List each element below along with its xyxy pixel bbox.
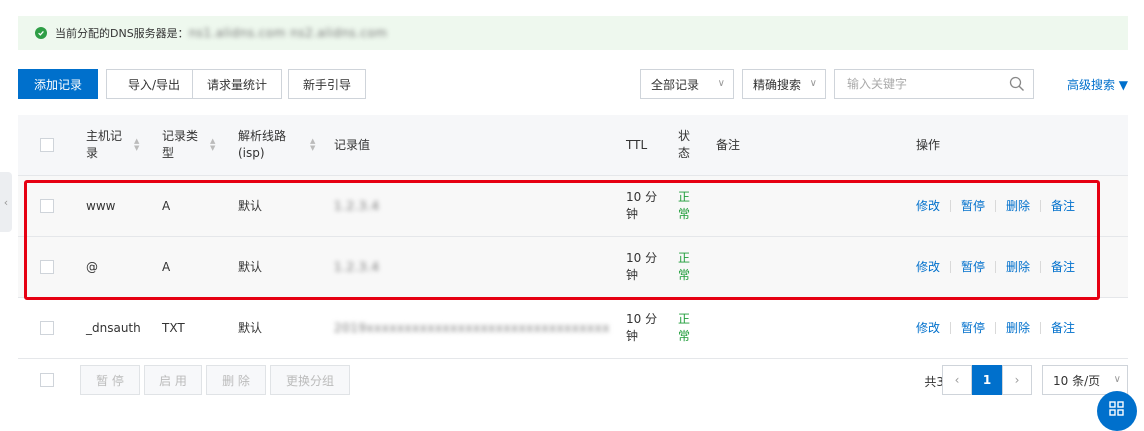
chevron-down-icon: ∨ (717, 78, 725, 89)
pause-link[interactable]: 暂停 (961, 259, 985, 276)
check-circle-icon (35, 27, 47, 39)
change-group-button[interactable]: 更换分组 (270, 365, 350, 395)
chevron-down-icon: ∨ (809, 78, 817, 89)
header-remark: 备注 (716, 137, 741, 152)
table-row: @ A 默认 1.2.3.4 10 分钟 正常 修改 暂停 删除 备注 (18, 237, 1128, 298)
pause-link[interactable]: 暂停 (961, 198, 985, 215)
table-footer: 暂 停 启 用 删 除 更换分组 共3条 ‹ 1 › 10 条/页 ∨ (18, 365, 1128, 397)
search-mode-select[interactable]: 精确搜索 ∨ (742, 69, 826, 99)
page-size-value: 10 条/页 (1053, 373, 1101, 388)
sort-icon[interactable]: ▲ ▼ (134, 138, 139, 152)
chevron-left-icon: ‹ (954, 373, 960, 387)
header-ttl: TTL (626, 137, 648, 152)
keyword-search-box[interactable] (834, 69, 1034, 99)
request-stats-button[interactable]: 请求量统计 (192, 69, 282, 99)
host-cell: _dnsauth (86, 320, 141, 335)
floating-apps-button[interactable] (1097, 391, 1137, 431)
page-button-current[interactable]: 1 (972, 365, 1002, 395)
status-badge: 正常 (678, 190, 691, 221)
batch-delete-button[interactable]: 删 除 (206, 365, 266, 395)
line-cell: 默认 (238, 259, 263, 274)
select-all-checkbox[interactable] (40, 138, 54, 152)
batch-pause-button[interactable]: 暂 停 (80, 365, 140, 395)
header-value: 记录值 (334, 137, 371, 152)
remark-link[interactable]: 备注 (1051, 259, 1075, 276)
grid-icon (1109, 401, 1124, 416)
modify-link[interactable]: 修改 (916, 198, 940, 215)
table-row: www A 默认 1.2.3.4 10 分钟 正常 修改 暂停 删除 备注 (18, 176, 1128, 237)
header-host-label: 主机记录 (86, 129, 123, 160)
sort-icon[interactable]: ▲ ▼ (210, 138, 215, 152)
status-badge: 正常 (678, 312, 691, 343)
status-badge: 正常 (678, 251, 691, 282)
delete-link[interactable]: 删除 (1006, 259, 1030, 276)
record-filter-value: 全部记录 (651, 77, 700, 92)
dns-notice-label: 当前分配的DNS服务器是： (55, 27, 189, 40)
sidebar-collapse-tab[interactable]: ‹ (0, 172, 12, 232)
footer-select-all-checkbox[interactable] (40, 373, 54, 387)
header-type-label: 记录类型 (162, 129, 199, 160)
value-cell: 2019xxxxxxxxxxxxxxxxxxxxxxxxxxxxxxxx (334, 320, 610, 335)
search-mode-value: 精确搜索 (753, 77, 802, 92)
line-cell: 默认 (238, 198, 263, 213)
type-cell: A (162, 198, 171, 213)
advanced-search-link[interactable]: 高级搜索 ▼ (1067, 76, 1128, 93)
remark-link[interactable]: 备注 (1051, 198, 1075, 215)
delete-link[interactable]: 删除 (1006, 198, 1030, 215)
dns-server-value: ns1.alidns.com ns2.alidns.com (188, 26, 388, 40)
dns-records-table: 主机记录 ▲ ▼ 记录类型 ▲ ▼ 解析线路(isp) ▲ ▼ 记录值 TTL 状态 … (18, 115, 1128, 359)
add-record-button[interactable]: 添加记录 (18, 69, 98, 99)
sort-icon[interactable]: ▲ ▼ (310, 138, 315, 152)
ttl-cell: 10 分钟 (626, 312, 658, 343)
row-checkbox[interactable] (40, 260, 54, 274)
import-export-button[interactable]: 导入/导出 (106, 69, 202, 99)
row-actions: 修改 暂停 删除 备注 (916, 176, 1075, 236)
row-checkbox[interactable] (40, 321, 54, 335)
batch-enable-button[interactable]: 启 用 (144, 365, 202, 395)
delete-link[interactable]: 删除 (1006, 320, 1030, 337)
select-all-cell (40, 115, 54, 175)
header-type[interactable]: 记录类型 ▲ ▼ (162, 115, 215, 175)
chevron-right-icon: › (1014, 373, 1020, 387)
row-actions: 修改 暂停 删除 备注 (916, 298, 1075, 358)
header-host[interactable]: 主机记录 ▲ ▼ (86, 115, 139, 175)
row-checkbox[interactable] (40, 199, 54, 213)
type-cell: TXT (162, 320, 185, 335)
line-cell: 默认 (238, 320, 263, 335)
search-icon[interactable] (1009, 76, 1025, 92)
dns-server-notice: 当前分配的DNS服务器是： ns1.alidns.com ns2.alidns.… (18, 16, 1128, 50)
next-page-button[interactable]: › (1002, 365, 1032, 395)
chevron-down-icon: ∨ (1113, 374, 1121, 385)
value-cell: 1.2.3.4 (334, 259, 380, 274)
keyword-search-input[interactable] (845, 76, 999, 92)
header-line-label: 解析线路(isp) (238, 129, 287, 160)
remark-link[interactable]: 备注 (1051, 320, 1075, 337)
toolbar: 添加记录 导入/导出 请求量统计 新手引导 全部记录 ∨ 精确搜索 ∨ 高级搜索… (18, 69, 1128, 101)
modify-link[interactable]: 修改 (916, 320, 940, 337)
pause-link[interactable]: 暂停 (961, 320, 985, 337)
prev-page-button[interactable]: ‹ (942, 365, 972, 395)
record-filter-select[interactable]: 全部记录 ∨ (640, 69, 734, 99)
host-cell: @ (86, 259, 98, 274)
chevron-left-icon: ‹ (3, 195, 9, 209)
table-header: 主机记录 ▲ ▼ 记录类型 ▲ ▼ 解析线路(isp) ▲ ▼ 记录值 TTL 状态 … (18, 115, 1128, 176)
header-line[interactable]: 解析线路(isp) ▲ ▼ (238, 115, 315, 175)
modify-link[interactable]: 修改 (916, 259, 940, 276)
ttl-cell: 10 分钟 (626, 251, 658, 282)
host-cell: www (86, 198, 116, 213)
header-ops: 操作 (916, 137, 941, 152)
header-status: 状态 (678, 129, 691, 160)
ttl-cell: 10 分钟 (626, 190, 658, 221)
value-cell: 1.2.3.4 (334, 198, 380, 213)
type-cell: A (162, 259, 171, 274)
row-actions: 修改 暂停 删除 备注 (916, 237, 1075, 297)
table-row: _dnsauth TXT 默认 2019xxxxxxxxxxxxxxxxxxxx… (18, 298, 1128, 359)
guide-button[interactable]: 新手引导 (288, 69, 366, 99)
